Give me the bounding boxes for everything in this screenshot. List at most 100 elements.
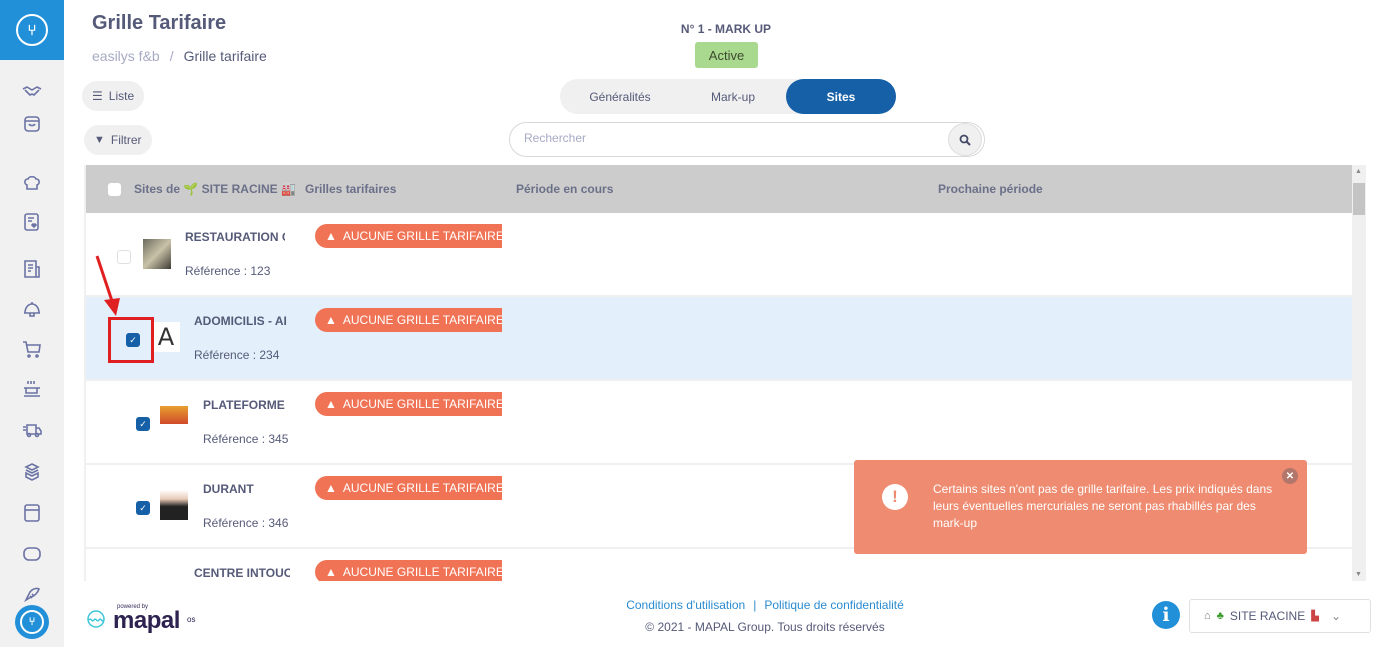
no-grid-badge: ▲ AUCUNE GRILLE TARIFAIRE (315, 308, 502, 332)
no-grid-badge: ▲ AUCUNE GRILLE TARIFAIRE (315, 476, 502, 500)
table-scrollbar[interactable]: ▲ ▼ (1352, 165, 1366, 581)
link-separator: | (753, 598, 757, 612)
select-all-checkbox[interactable] (108, 183, 121, 196)
filter-button-label: Filtrer (110, 133, 142, 147)
site-thumbnail (160, 406, 188, 436)
footer-links: Conditions d'utilisation | Politique de co… (560, 598, 970, 612)
no-grid-label: AUCUNE GRILLE TARIFAIRE (342, 565, 502, 579)
annotation-arrow (95, 255, 120, 316)
scroll-down-arrow[interactable]: ▼ (1355, 571, 1362, 578)
sidebar-item-invoices[interactable] (20, 257, 44, 281)
sidebar-item-messages[interactable] (20, 542, 44, 566)
table-row[interactable]: RESTAURATION C Référence : 123 ▲ AUCUNE G… (86, 213, 1352, 297)
warning-icon: ▲ (325, 313, 337, 327)
app-logo[interactable]: ⑂ (0, 0, 64, 60)
search-bar (509, 122, 985, 157)
sidebar: ⑂ ⑂ (0, 0, 64, 647)
warning-icon: ▲ (325, 397, 337, 411)
filter-button[interactable]: ▼ Filtrer (84, 125, 152, 155)
terms-link[interactable]: Conditions d'utilisation (626, 598, 745, 612)
cutlery-icon: ⑂ (16, 14, 48, 46)
delivery-truck-icon (23, 424, 42, 438)
search-input[interactable] (524, 131, 924, 145)
cloche-icon (24, 302, 40, 317)
warning-icon: ▲ (325, 481, 337, 495)
site-name: RESTAURATION C (185, 230, 285, 244)
brand-name: mapal (113, 607, 180, 634)
privacy-link[interactable]: Politique de confidentialité (764, 598, 903, 612)
scroll-up-arrow[interactable]: ▲ (1355, 168, 1362, 175)
filter-icon: ▼ (94, 134, 105, 146)
factory-icon: ▙ (1311, 610, 1319, 622)
table-row[interactable]: ✓ PLATEFORME Référence : 345 ▲ AUCUNE GRI… (86, 381, 1352, 465)
invoice-icon (24, 260, 40, 278)
sidebar-item-production[interactable] (20, 377, 44, 401)
markup-label: N° 1 - MARK UP (680, 22, 772, 36)
app-switcher-button[interactable]: ⑂ (15, 605, 49, 639)
close-icon: ✕ (1285, 470, 1295, 482)
col-current-period: Période en cours (516, 182, 614, 196)
home-icon: ⌂ (1204, 610, 1211, 622)
row-checkbox[interactable]: ✓ (136, 417, 150, 431)
site-thumbnail (143, 239, 171, 269)
chevron-down-icon: ⌄ (1330, 609, 1341, 623)
sprout-icon: ♣ (1216, 610, 1224, 622)
info-button[interactable]: i (1152, 601, 1180, 629)
no-grid-badge: ▲ AUCUNE GRILLE TARIFAIRE (315, 392, 502, 416)
site-thumbnail: A (152, 322, 180, 352)
scroll-thumb[interactable] (1353, 183, 1365, 215)
tab-generalites[interactable]: Généralités (560, 79, 680, 114)
list-button[interactable]: ☰ Liste (82, 81, 145, 111)
handshake-icon (22, 86, 42, 96)
no-grid-label: AUCUNE GRILLE TARIFAIRE (342, 313, 502, 327)
site-name: DURANT (203, 482, 254, 496)
list-icon: ☰ (92, 89, 103, 103)
table-row[interactable]: ✓ A ADOMICILIS - AI Référence : 234 ▲ AUC… (86, 297, 1352, 381)
exclamation-icon: ! (882, 484, 908, 510)
row-checkbox[interactable]: ✓ (136, 501, 150, 515)
search-button[interactable] (948, 123, 982, 156)
table-header: Sites de 🌱 SITE RACINE 🏭 Grilles tarifai… (86, 165, 1352, 213)
sidebar-item-handshake[interactable] (20, 80, 44, 104)
no-grid-badge: ▲ AUCUNE GRILLE TARIFAIRE (315, 224, 502, 248)
no-grid-label: AUCUNE GRILLE TARIFAIRE (342, 481, 502, 495)
fish-icon (24, 587, 40, 603)
sidebar-item-menus[interactable] (20, 297, 44, 321)
search-icon (959, 134, 971, 146)
sidebar-item-stock[interactable] (20, 460, 44, 484)
breadcrumb-separator: / (169, 48, 174, 64)
site-selector[interactable]: ⌂ ♣ SITE RACINE ▙ ⌄ (1189, 599, 1371, 633)
annotation-highlight-box (108, 317, 154, 363)
no-grid-badge: ▲ AUCUNE GRILLE TARIFAIRE (315, 560, 502, 581)
site-name: CENTRE INTOUC (194, 566, 290, 580)
favorites-list-icon (24, 213, 39, 231)
warning-icon: ▲ (325, 229, 337, 243)
sidebar-item-purchases[interactable] (20, 337, 44, 361)
list-button-label: Liste (108, 89, 135, 103)
tab-sites[interactable]: Sites (786, 79, 896, 114)
site-reference: Référence : 346 (203, 516, 289, 530)
sidebar-item-orders[interactable] (20, 112, 44, 136)
sidebar-item-fish[interactable] (20, 582, 44, 606)
copyright: © 2021 - MAPAL Group. Tous droits réserv… (645, 620, 885, 634)
col-sites: Sites de 🌱 SITE RACINE 🏭 (134, 182, 296, 196)
sidebar-item-favorites[interactable] (20, 210, 44, 234)
sidebar-item-recipes[interactable] (20, 171, 44, 195)
breadcrumb-root[interactable]: easilys f&b (92, 48, 160, 64)
mapal-wave-icon (87, 610, 105, 628)
brand-suffix: os (187, 615, 196, 624)
sidebar-item-delivery[interactable] (20, 418, 44, 442)
shopping-bag-icon (24, 116, 40, 132)
cooking-pan-icon (24, 381, 40, 397)
site-name: ADOMICILIS - AI (194, 314, 287, 328)
site-name: PLATEFORME (203, 398, 285, 412)
page-title: Grille Tarifaire (92, 12, 227, 34)
site-reference: Référence : 123 (185, 264, 271, 278)
cutlery-icon: ⑂ (20, 610, 44, 634)
tab-markup[interactable]: Mark-up (680, 79, 786, 114)
close-toast-button[interactable]: ✕ (1282, 468, 1298, 484)
toast-message: Certains sites n'ont pas de grille tarif… (933, 482, 1273, 530)
site-selector-label: SITE RACINE (1229, 609, 1306, 623)
calculator-icon (24, 504, 40, 522)
sidebar-item-calculator[interactable] (20, 501, 44, 525)
